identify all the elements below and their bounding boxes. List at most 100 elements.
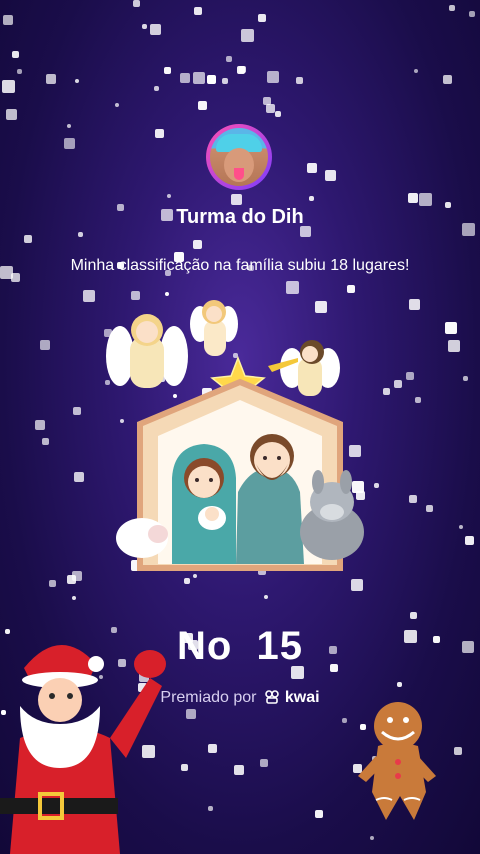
snowflake [133, 0, 140, 7]
snowflake [74, 472, 84, 482]
snowflake [198, 101, 207, 110]
snowflake [154, 86, 159, 91]
snowflake [180, 73, 190, 83]
snowflake [46, 74, 56, 84]
snowflake [17, 69, 22, 74]
snowflake [142, 24, 147, 29]
snowflake [83, 290, 95, 302]
snowflake [260, 759, 268, 767]
avatar[interactable] [206, 124, 272, 190]
snowflake [241, 29, 254, 42]
snowflake [11, 273, 20, 282]
avatar-photo [210, 128, 268, 186]
snowflake [78, 232, 83, 237]
snowflake [275, 111, 281, 117]
angel-left-icon [106, 314, 188, 388]
snowflake [155, 129, 164, 138]
snowflake [24, 235, 32, 243]
snowflake [73, 407, 81, 415]
snowflake [463, 376, 468, 381]
snowflake [150, 24, 161, 35]
snowflake [307, 163, 317, 173]
snowflake [42, 438, 49, 445]
snowflake [67, 124, 71, 128]
angel-center-icon [190, 300, 238, 356]
nativity-scene-illustration [106, 300, 364, 571]
snowflake [426, 505, 433, 512]
snowflake [226, 56, 232, 62]
snowflake [315, 810, 323, 818]
snowflake [12, 51, 19, 58]
snowflake [193, 72, 205, 84]
snowflake [208, 744, 217, 753]
kwai-logo-icon [265, 690, 279, 704]
snowflake [263, 97, 271, 105]
profile-name: Turma do Dih [176, 206, 304, 228]
snowflake [419, 193, 432, 206]
snowflake [194, 7, 202, 15]
snowflake [409, 495, 417, 503]
snowflake [445, 322, 457, 334]
snowflake [0, 266, 13, 279]
snowflake [208, 806, 213, 811]
snowflake [415, 397, 421, 403]
snowflake [258, 14, 266, 22]
snowflake [296, 77, 303, 84]
angel-trumpet-icon [268, 340, 340, 396]
snowflake [115, 103, 119, 107]
snowflake [465, 536, 474, 545]
snowflake [207, 75, 216, 84]
snowflake [448, 340, 460, 352]
rank-prefix: No [177, 624, 233, 668]
snowflake [325, 170, 336, 181]
mary-icon [172, 444, 236, 564]
snowflake [397, 682, 402, 687]
snowflake [347, 285, 355, 293]
sheep-icon [116, 518, 168, 558]
snowflake [40, 340, 50, 350]
snowflake [410, 612, 417, 619]
snowflake [264, 595, 268, 599]
snowflake [239, 66, 246, 73]
snowflake [35, 420, 45, 430]
snowflake [3, 15, 13, 25]
snowflake [72, 596, 76, 600]
snowflake [75, 79, 79, 83]
snowflake [443, 75, 452, 84]
snowflake [370, 836, 374, 840]
snowflake [49, 580, 56, 587]
snowflake [449, 5, 455, 11]
snowflake [406, 372, 414, 380]
snowflake [237, 66, 245, 74]
snowflake [164, 67, 171, 74]
snowflake [286, 281, 299, 294]
snowflake [414, 69, 418, 73]
snowflake [222, 78, 228, 84]
snowflake [72, 571, 82, 581]
snowflake [193, 240, 202, 249]
snowflake [409, 299, 420, 310]
snowflake [454, 747, 462, 755]
snowflake [67, 575, 76, 584]
snowflake [309, 196, 314, 201]
snowflake [394, 380, 402, 388]
snowflake [186, 709, 196, 719]
snowflake [408, 193, 418, 203]
snowflake [266, 104, 275, 113]
snowflake [267, 71, 279, 83]
snowflake [6, 109, 17, 120]
snowflake [64, 138, 75, 149]
snowflake [181, 764, 188, 771]
snowflake [469, 11, 475, 17]
snowflake [459, 525, 463, 529]
snowflake [2, 80, 15, 93]
snowflake [234, 765, 244, 775]
gingerbread-man-illustration [358, 702, 436, 820]
rank-value: 15 [256, 624, 303, 668]
kwai-brand: kwai [284, 689, 320, 706]
snowflake [383, 388, 390, 395]
snowflake [342, 718, 347, 723]
snowflake [231, 194, 242, 205]
santa-claus-illustration [0, 644, 166, 854]
snowflake [167, 194, 171, 198]
